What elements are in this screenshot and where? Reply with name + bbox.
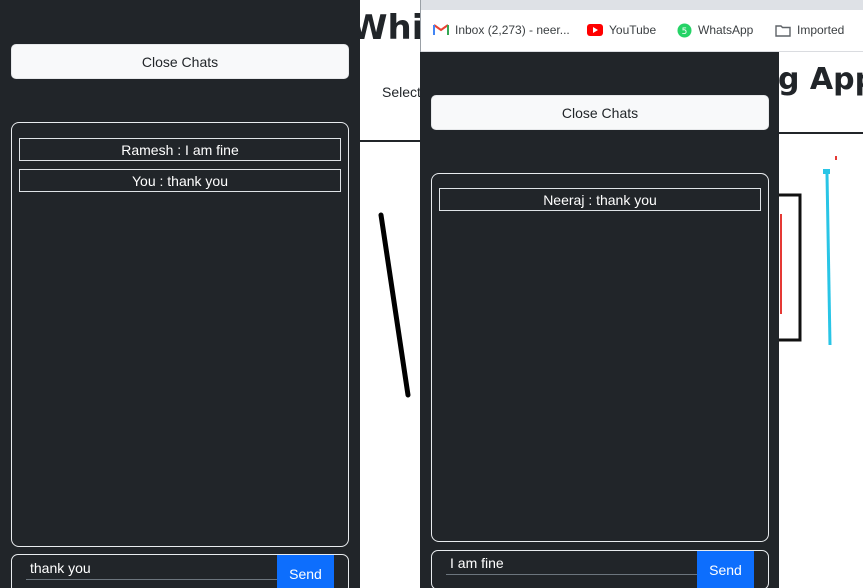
bookmark-label: Imported [797,23,845,37]
close-chats-button[interactable]: Close Chats [431,95,769,130]
bookmarks-bar: Inbox (2,273) - neer... YouTube 5 WhatsA… [421,10,863,52]
browser-tab-strip [421,0,863,10]
close-chats-button[interactable]: Close Chats [11,44,349,79]
chat-messages-box: Ramesh : I am fine You : thank you [11,122,349,547]
bookmark-gmail[interactable]: Inbox (2,273) - neer... [433,22,570,38]
drawn-cyan-stroke [825,173,832,346]
app-title: g App [778,62,863,97]
chat-message: Neeraj : thank you [439,188,761,211]
chat-message: Ramesh : I am fine [19,138,341,161]
drawn-stroke [378,212,411,398]
bookmark-youtube[interactable]: YouTube [587,22,656,38]
bookmark-whatsapp[interactable]: 5 WhatsApp [676,22,753,38]
gmail-icon [433,22,449,38]
chat-message-input[interactable]: thank you [26,560,278,580]
send-button[interactable]: Send [697,551,754,588]
send-button[interactable]: Send [277,555,334,588]
bookmark-label: YouTube [609,23,657,37]
drawn-rectangle [779,193,802,342]
whiteboard-canvas[interactable] [360,142,420,588]
whiteboard-title: Whit [350,8,422,48]
bookmark-label: Inbox (2,273) - neer... [455,23,570,37]
chat-input-row: I am fine Send [431,550,769,588]
youtube-icon [587,22,603,38]
whiteboard-select-label[interactable]: Select [382,84,421,100]
chat-messages-box: Neeraj : thank you [431,173,769,542]
whiteboard-canvas-right[interactable] [779,134,863,588]
chat-message-input[interactable]: I am fine [446,555,698,575]
chat-message: You : thank you [19,169,341,192]
right-chat-panel: Close Chats Neeraj : thank you I am fine… [420,52,779,588]
bookmark-imported[interactable]: Imported [775,22,844,38]
screen: Whit Select Close Chats Ramesh : I am fi… [0,0,863,588]
folder-icon [775,22,791,38]
bookmark-label: WhatsApp [698,23,754,37]
whatsapp-icon: 5 [676,22,692,38]
drawn-red-mark [835,156,837,160]
chat-input-row: thank you Send [11,554,349,588]
svg-text:5: 5 [681,27,687,37]
left-chat-panel: Close Chats Ramesh : I am fine You : tha… [0,0,360,588]
drawn-cyan-mark [823,169,830,174]
